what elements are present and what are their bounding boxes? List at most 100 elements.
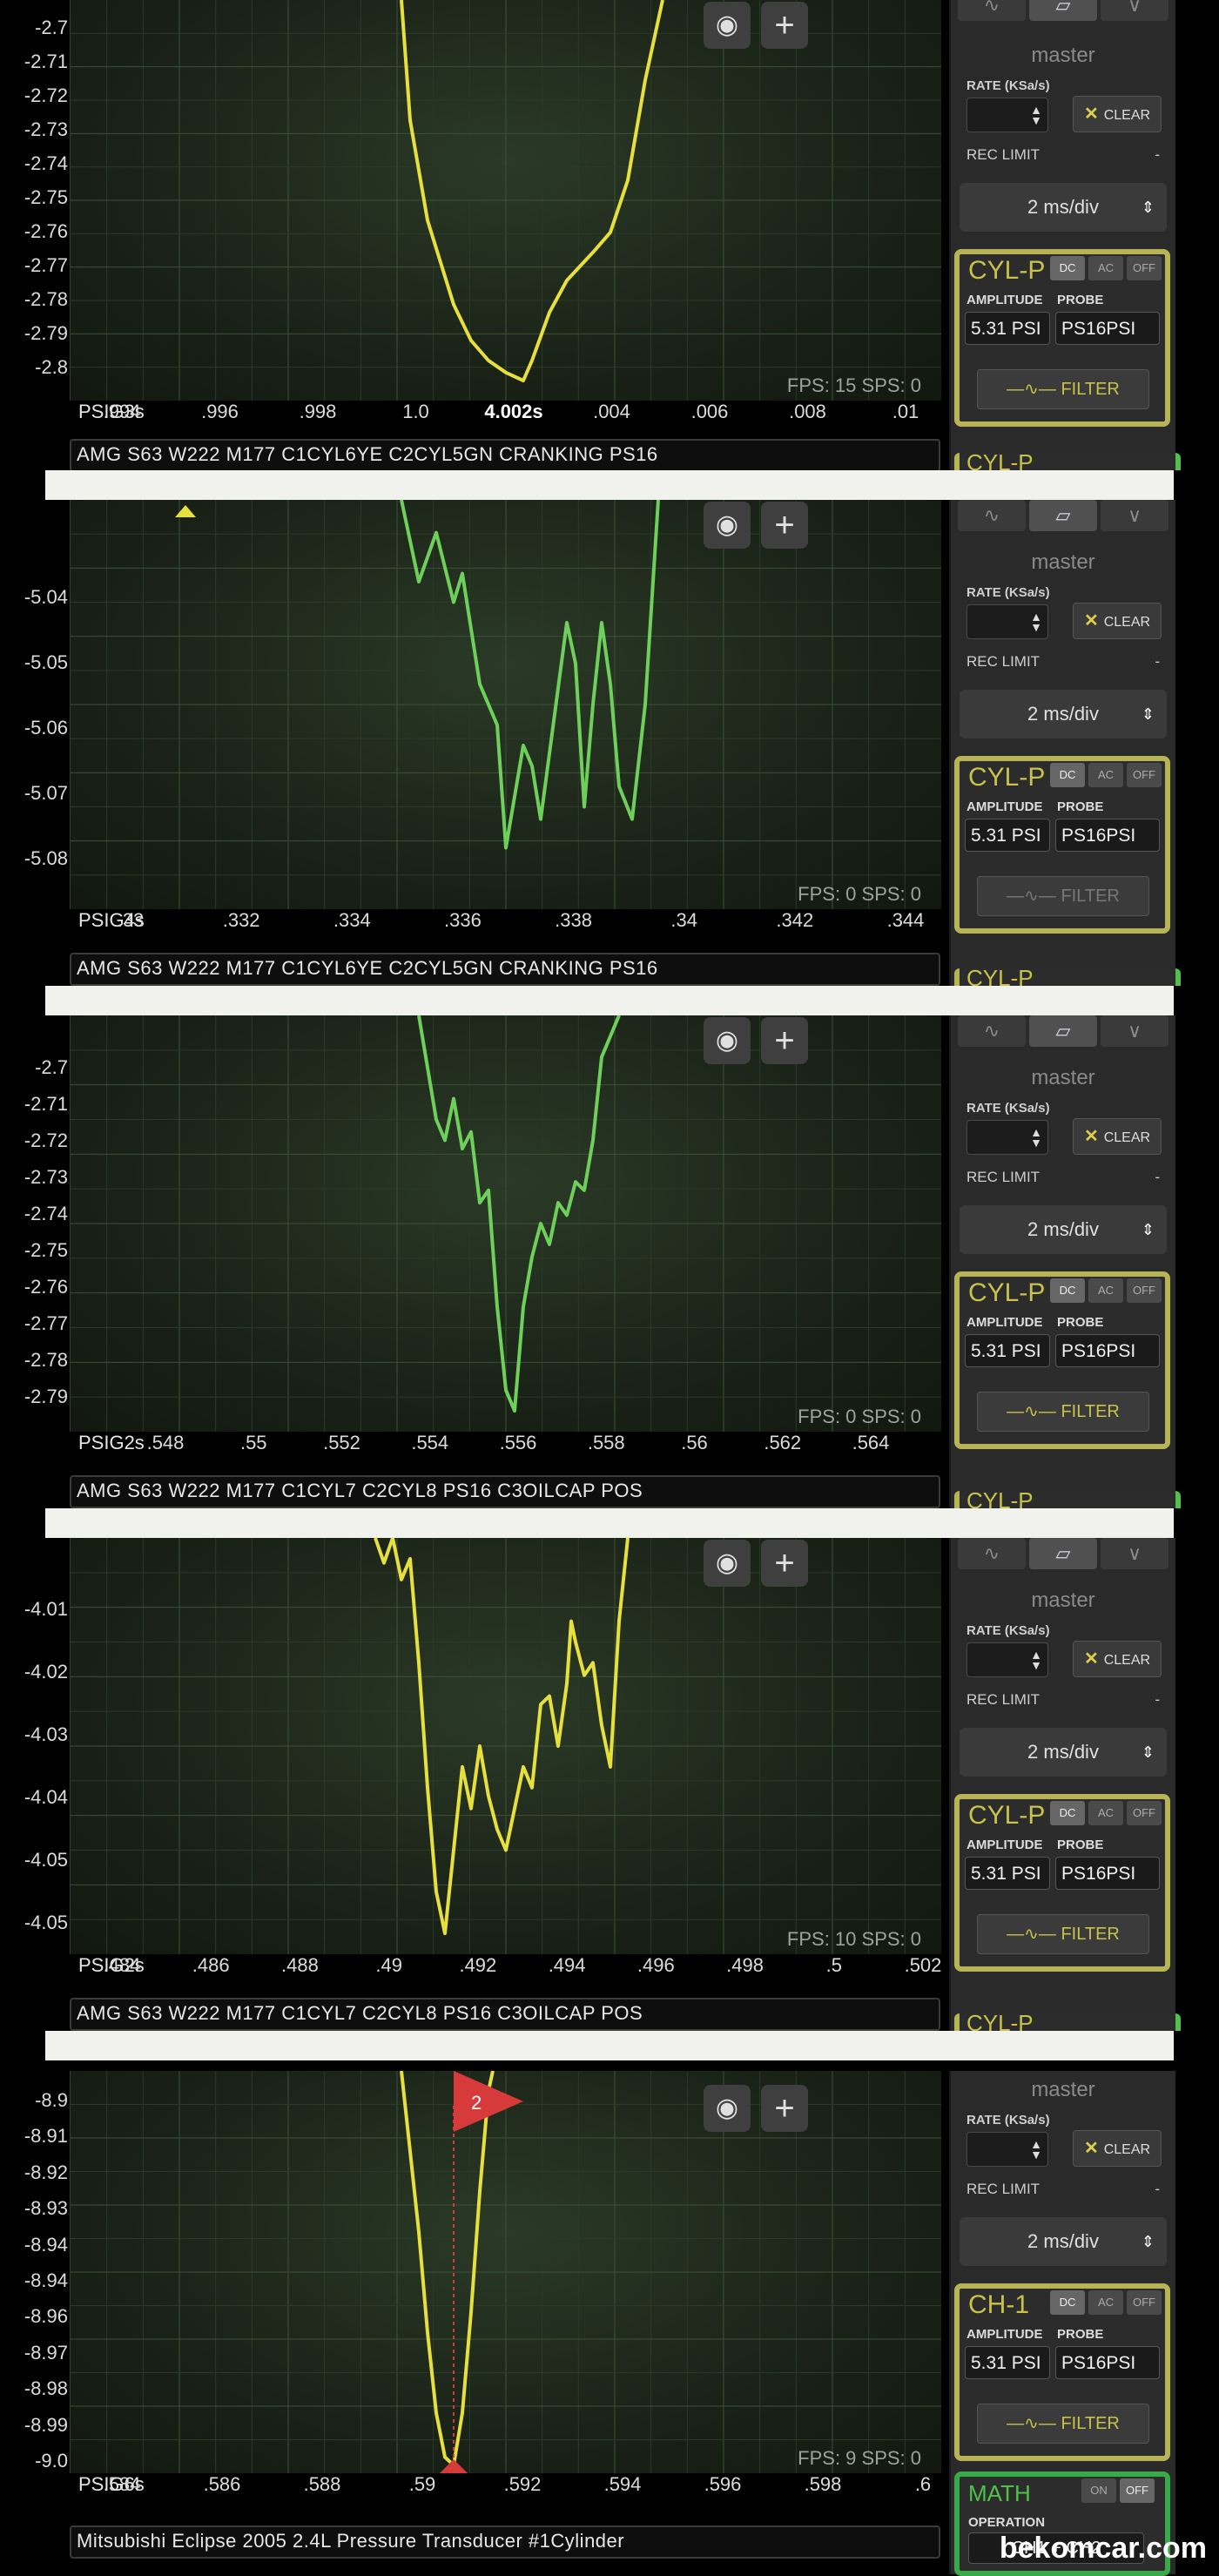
math-on-button[interactable]: ON <box>1081 2478 1116 2503</box>
rec-limit-value: - <box>1155 1691 1160 1708</box>
coupling-off-button[interactable]: OFF <box>1127 256 1162 280</box>
rate-input[interactable]: ▲ ▼ <box>966 604 1048 639</box>
next-channel-peek[interactable]: CYL-P <box>954 453 1181 470</box>
coupling-off-button[interactable]: OFF <box>1127 2290 1162 2315</box>
waveform-display[interactable] <box>70 1538 941 1954</box>
y-axis-label: -8.99 <box>24 2413 68 2436</box>
amplitude-select[interactable]: 5.31 PSI <box>965 312 1050 345</box>
coupling-ac-button[interactable]: AC <box>1088 1278 1123 1303</box>
rate-input[interactable]: ▲ ▼ <box>966 1120 1048 1155</box>
coupling-dc-button[interactable]: DC <box>1050 256 1085 280</box>
coupling-ac-button[interactable]: AC <box>1088 763 1123 787</box>
clear-button[interactable]: ✕ CLEAR <box>1073 1118 1162 1155</box>
add-plus-icon[interactable]: + <box>761 502 808 549</box>
add-plus-icon[interactable]: + <box>761 1017 808 1064</box>
chevron-down-icon[interactable]: ∨ <box>1101 0 1168 21</box>
amplitude-select[interactable]: 5.31 PSI <box>965 819 1050 852</box>
car-mode-icon[interactable]: ▱ <box>1029 0 1097 21</box>
probe-select[interactable]: PS16PSI <box>1055 1334 1160 1367</box>
coupling-ac-button[interactable]: AC <box>1088 1801 1123 1825</box>
channel-name[interactable]: CYL-P <box>968 763 1045 792</box>
chevron-down-icon[interactable]: ∨ <box>1101 1538 1168 1569</box>
filter-button[interactable]: —∿— FILTER <box>977 876 1149 916</box>
timebase-select[interactable]: 2 ms/div ⇕ <box>960 1205 1167 1254</box>
visibility-eye-icon[interactable]: ◉ <box>704 1540 751 1587</box>
control-sidebar: ∿ ▱ ∨ master RATE (KSa/s) ▲ ▼ ✕ CLEAR REC LIMIT -2… <box>949 1538 1181 2031</box>
coupling-off-button[interactable]: OFF <box>1127 763 1162 787</box>
channel-name[interactable]: CYL-P <box>968 1278 1045 1308</box>
add-plus-icon[interactable]: + <box>761 1540 808 1587</box>
channel-name[interactable]: CYL-P <box>968 1801 1045 1831</box>
car-mode-icon[interactable]: ▱ <box>1029 500 1097 531</box>
spinner-arrows-icon[interactable]: ▲ ▼ <box>1030 104 1042 126</box>
wave-mode-icon[interactable]: ∿ <box>958 1538 1026 1569</box>
rate-input[interactable]: ▲ ▼ <box>966 2132 1048 2167</box>
next-channel-peek[interactable]: CYL-P <box>954 1491 1181 1508</box>
car-mode-icon[interactable]: ▱ <box>1029 1538 1097 1569</box>
clear-button[interactable]: ✕ CLEAR <box>1073 1641 1162 1677</box>
filter-button[interactable]: —∿— FILTER <box>977 2404 1149 2444</box>
wave-mode-icon[interactable]: ∿ <box>958 500 1026 531</box>
timebase-select[interactable]: 2 ms/div ⇕ <box>960 2217 1167 2266</box>
probe-select[interactable]: PS16PSI <box>1055 2346 1160 2379</box>
visibility-eye-icon[interactable]: ◉ <box>704 1017 751 1064</box>
recording-caption[interactable]: AMG S63 W222 M177 C1CYL6YE C2CYL5GN CRAN… <box>70 953 940 986</box>
waveform-display[interactable] <box>70 1015 941 1432</box>
recording-caption[interactable]: AMG S63 W222 M177 C1CYL7 C2CYL8 PS16 C3O… <box>70 1998 940 2031</box>
spinner-arrows-icon[interactable]: ▲ ▼ <box>1030 610 1042 633</box>
spinner-arrows-icon[interactable]: ▲ ▼ <box>1030 1649 1042 1671</box>
visibility-eye-icon[interactable]: ◉ <box>704 502 751 549</box>
math-off-button[interactable]: OFF <box>1120 2478 1155 2503</box>
recording-caption[interactable]: Mitsubishi Eclipse 2005 2.4L Pressure Tr… <box>70 2525 940 2559</box>
car-mode-icon[interactable]: ▱ <box>1029 1015 1097 1047</box>
coupling-ac-button[interactable]: AC <box>1088 256 1123 280</box>
waveform-display[interactable]: 2 <box>70 2071 941 2473</box>
clear-button[interactable]: ✕ CLEAR <box>1073 2130 1162 2167</box>
coupling-dc-button[interactable]: DC <box>1050 2290 1085 2315</box>
timebase-select[interactable]: 2 ms/div ⇕ <box>960 183 1167 232</box>
coupling-off-button[interactable]: OFF <box>1127 1801 1162 1825</box>
waveform-display[interactable] <box>70 0 941 401</box>
clear-button[interactable]: ✕ CLEAR <box>1073 96 1162 132</box>
rate-input[interactable]: ▲ ▼ <box>966 98 1048 132</box>
coupling-ac-button[interactable]: AC <box>1088 2290 1123 2315</box>
coupling-dc-button[interactable]: DC <box>1050 1278 1085 1303</box>
coupling-dc-button[interactable]: DC <box>1050 1801 1085 1825</box>
amplitude-select[interactable]: 5.31 PSI <box>965 1334 1050 1367</box>
visibility-eye-icon[interactable]: ◉ <box>704 2 751 49</box>
probe-select[interactable]: PS16PSI <box>1055 819 1160 852</box>
add-plus-icon[interactable]: + <box>761 2 808 49</box>
chevron-down-icon[interactable]: ∨ <box>1101 500 1168 531</box>
probe-select[interactable]: PS16PSI <box>1055 1857 1160 1890</box>
spinner-arrows-icon[interactable]: ▲ ▼ <box>1030 2138 1042 2161</box>
filter-button[interactable]: —∿— FILTER <box>977 1914 1149 1954</box>
timebase-select[interactable]: 2 ms/div ⇕ <box>960 1728 1167 1777</box>
channel-name[interactable]: CYL-P <box>968 256 1045 286</box>
math-label[interactable]: MATH <box>968 2480 1031 2507</box>
chevron-down-icon[interactable]: ∨ <box>1101 1015 1168 1047</box>
coupling-dc-button[interactable]: DC <box>1050 763 1085 787</box>
next-channel-peek[interactable]: CYL-P <box>954 968 1181 986</box>
recording-caption[interactable]: AMG S63 W222 M177 C1CYL6YE C2CYL5GN CRAN… <box>70 439 940 472</box>
x-axis-tick-label: .33 <box>117 909 145 931</box>
amplitude-select[interactable]: 5.31 PSI <box>965 1857 1050 1890</box>
visibility-eye-icon[interactable]: ◉ <box>704 2085 751 2132</box>
spinner-arrows-icon[interactable]: ▲ ▼ <box>1030 1126 1042 1149</box>
add-plus-icon[interactable]: + <box>761 2085 808 2132</box>
timebase-select[interactable]: 2 ms/div ⇕ <box>960 690 1167 738</box>
probe-select[interactable]: PS16PSI <box>1055 312 1160 345</box>
control-sidebar: master RATE (KSa/s) ▲ ▼ ✕ CLEAR REC LIMIT - 2 ms… <box>949 2071 1175 2576</box>
channel-name[interactable]: CH-1 <box>968 2290 1029 2320</box>
wave-mode-icon[interactable]: ∿ <box>958 1015 1026 1047</box>
filter-button[interactable]: —∿— FILTER <box>977 369 1149 409</box>
coupling-off-button[interactable]: OFF <box>1127 1278 1162 1303</box>
recording-caption[interactable]: AMG S63 W222 M177 C1CYL7 C2CYL8 PS16 C3O… <box>70 1475 940 1508</box>
waveform-display[interactable] <box>70 500 941 909</box>
wave-mode-icon[interactable]: ∿ <box>958 0 1026 21</box>
clear-button[interactable]: ✕ CLEAR <box>1073 603 1162 639</box>
rate-input[interactable]: ▲ ▼ <box>966 1642 1048 1677</box>
screenshot-separator <box>45 986 1174 1015</box>
next-channel-peek[interactable]: CYL-P <box>954 2013 1181 2031</box>
amplitude-select[interactable]: 5.31 PSI <box>965 2346 1050 2379</box>
filter-button[interactable]: —∿— FILTER <box>977 1392 1149 1432</box>
